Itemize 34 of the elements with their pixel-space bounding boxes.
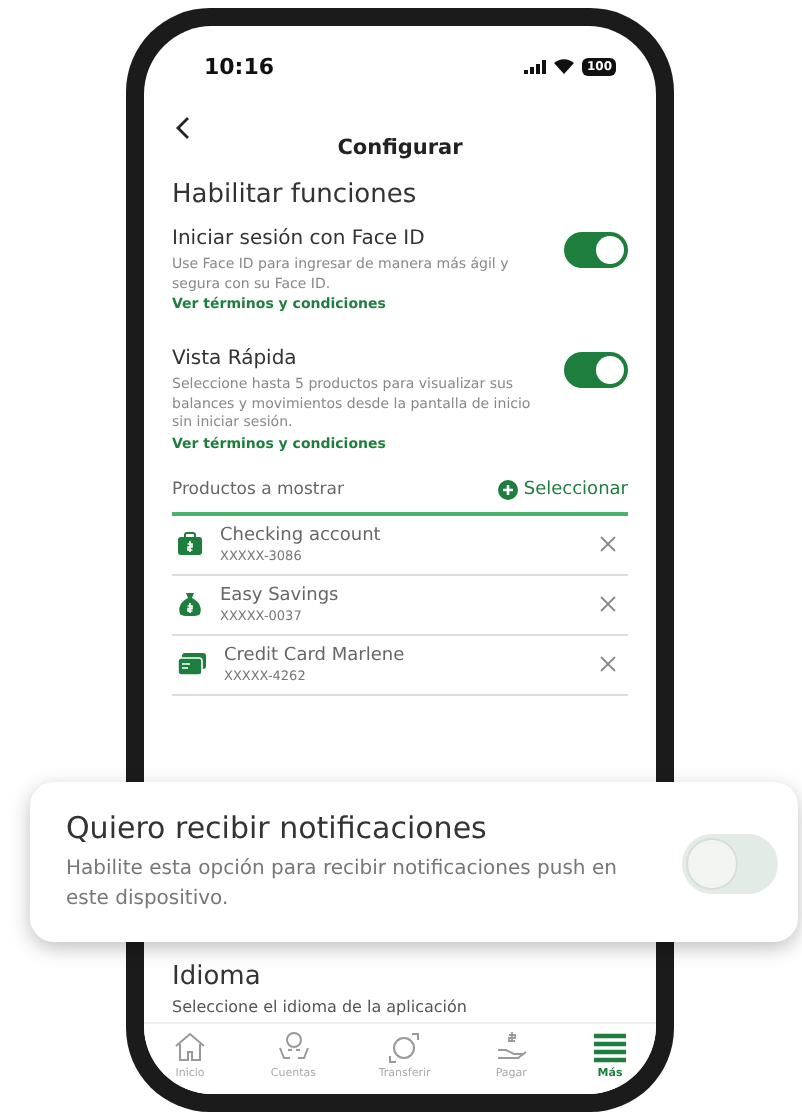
remove-button[interactable]: [596, 592, 620, 616]
chevron-left-icon: [176, 116, 190, 140]
plus-circle-icon: [497, 479, 518, 499]
product-name: Credit Card Marlene: [224, 645, 407, 665]
toggle-switch[interactable]: [682, 834, 778, 894]
product-name: Easy Savings: [220, 585, 341, 605]
close-icon: [600, 596, 616, 612]
remove-button[interactable]: [596, 652, 620, 676]
hand-dollar-icon: [493, 1030, 530, 1064]
language-description: Seleccione el idioma de la aplicación: [172, 998, 469, 1016]
select-button[interactable]: Seleccionar: [497, 479, 628, 499]
status-time: 10:16: [204, 53, 275, 79]
menu-icon: [592, 1030, 628, 1064]
section-heading: Idioma: [172, 962, 263, 992]
coin-arrows-icon: [386, 1030, 423, 1064]
remove-button[interactable]: [596, 532, 620, 556]
setting-title: Iniciar sesión con Face ID: [172, 228, 427, 250]
setting-title: Vista Rápida: [172, 348, 299, 370]
card-description: Habilite esta opción para recibir notificaciones push en este dispositivo.: [66, 856, 619, 914]
house-icon: [172, 1030, 208, 1064]
wifi-icon: [554, 58, 575, 74]
close-icon: [600, 536, 616, 552]
close-icon: [600, 656, 616, 672]
toggle-switch[interactable]: [564, 232, 628, 268]
card-title: Quiero recibir notificaciones: [66, 810, 489, 846]
credit-card-icon: [178, 652, 206, 676]
products-label: Productos a mostrar: [172, 479, 344, 499]
signal-icon: [524, 59, 547, 73]
money-bag-icon: [178, 592, 202, 616]
product-name: Checking account: [220, 525, 383, 545]
wallet-icon: [178, 532, 202, 556]
toggle-switch[interactable]: [564, 352, 628, 388]
screen-title: Configurar: [337, 136, 463, 160]
section-heading: Habilitar funciones: [172, 180, 419, 210]
